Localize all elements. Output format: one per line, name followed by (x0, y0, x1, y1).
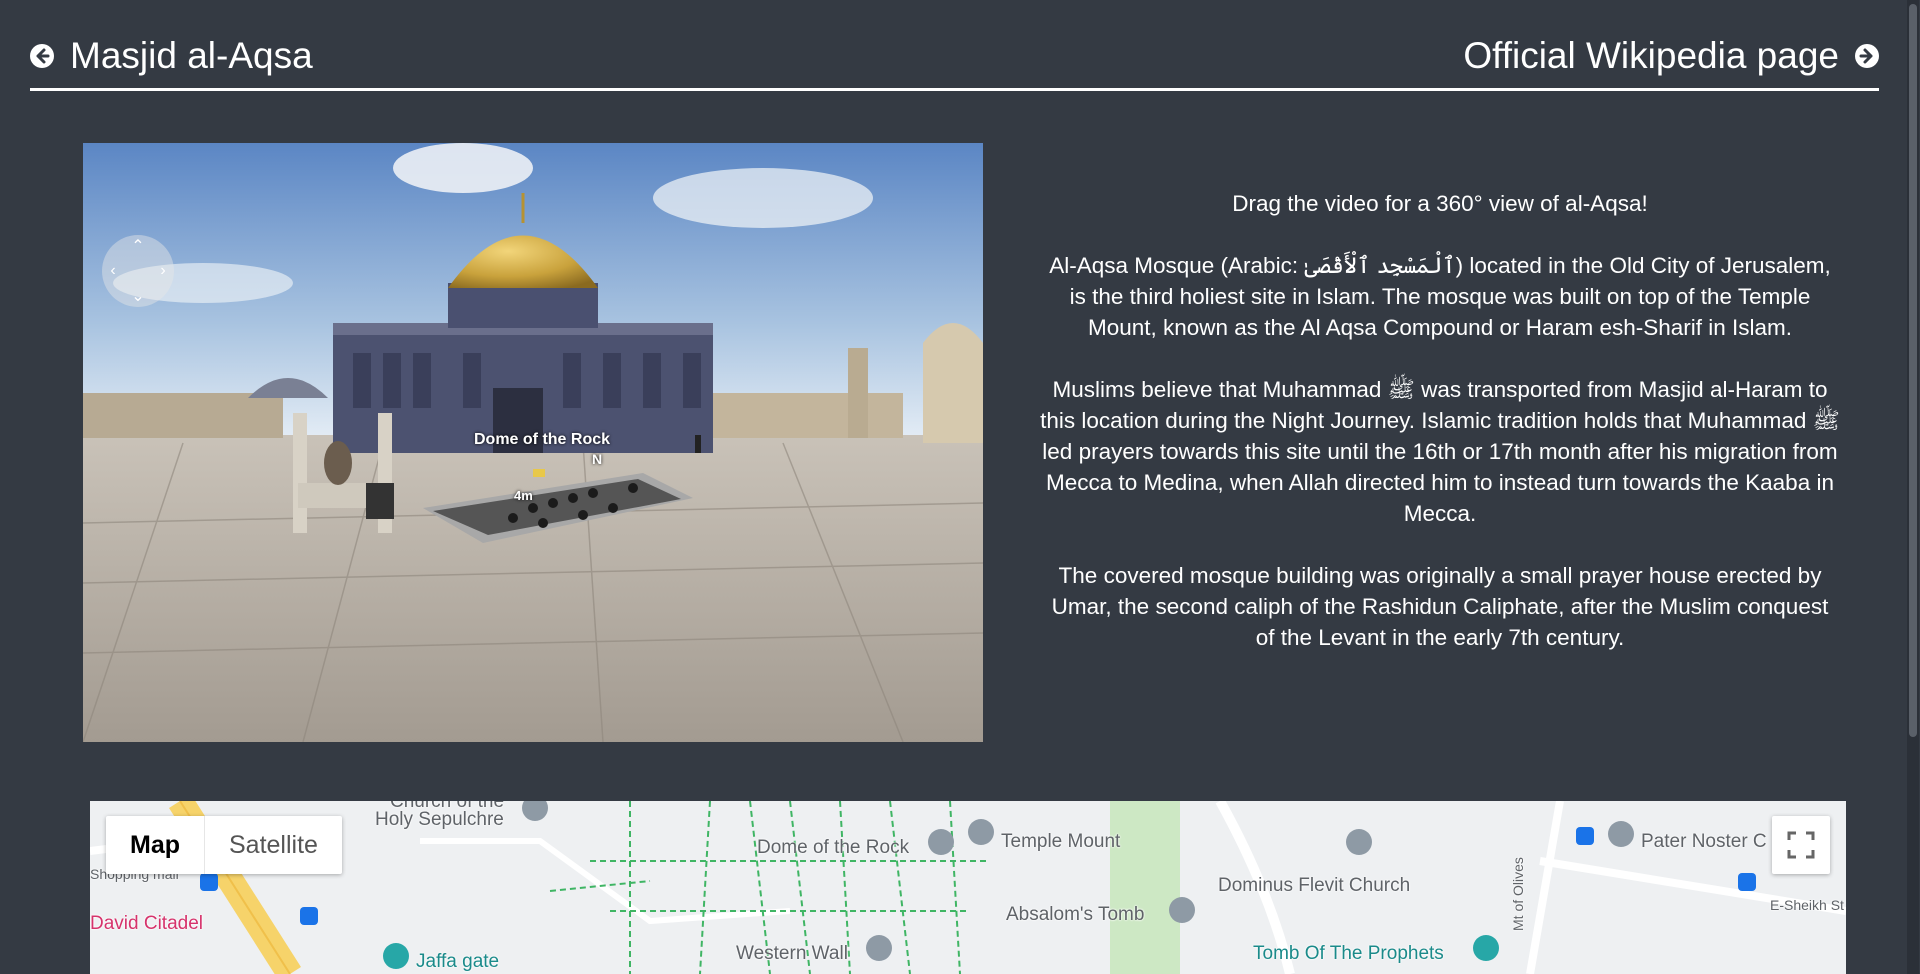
bus-stop-icon-2[interactable] (1576, 827, 1594, 845)
wikipedia-link-label: Official Wikipedia page (1463, 35, 1839, 76)
fullscreen-button[interactable] (1772, 816, 1830, 874)
back-link[interactable]: Masjid al-Aqsa (30, 35, 313, 77)
church-pin-icon-3[interactable] (1608, 821, 1634, 847)
map-label-e-sheikh: E-Sheikh St (1770, 897, 1844, 913)
page-scrollbar[interactable] (1907, 0, 1919, 974)
chevron-up-icon[interactable]: ⌃ (129, 237, 147, 255)
chevron-left-icon[interactable]: ‹ (104, 262, 122, 280)
chevron-right-icon[interactable]: › (154, 262, 172, 280)
north-label: N (592, 451, 603, 467)
bus-stop-icon[interactable] (300, 907, 318, 925)
absaloms-tomb-pin-icon[interactable] (1169, 897, 1195, 923)
western-wall-pin-icon[interactable] (866, 935, 892, 961)
map-label-pater-noster: Pater Noster C (1641, 831, 1767, 852)
video-navigation-control[interactable]: ⌃ ⌄ ‹ › (102, 235, 174, 307)
arrow-left-circle-icon (30, 44, 54, 68)
church-pin-icon-2[interactable] (1346, 829, 1372, 855)
description-panel: Drag the video for a 360° view of al-Aqs… (1040, 188, 1840, 684)
map-label-holy-sepulchre: Holy Sepulchre (375, 809, 504, 830)
map-label-western-wall: Western Wall (736, 943, 848, 964)
fullscreen-icon (1787, 831, 1815, 859)
map-label-jaffa-gate: Jaffa gate (416, 951, 500, 972)
map-tab-satellite[interactable]: Satellite (204, 816, 342, 874)
mosque-pin-icon[interactable] (928, 829, 954, 855)
dome-of-the-rock-overlay-label: Dome of the Rock (474, 431, 611, 448)
map-label-temple-mount: Temple Mount (1001, 831, 1121, 852)
embedded-map[interactable]: Church of the Holy Sepulchre Shopping ma… (90, 801, 1846, 974)
camera-pin-icon[interactable] (1473, 935, 1499, 961)
chevron-down-icon[interactable]: ⌄ (129, 287, 147, 305)
wikipedia-link[interactable]: Official Wikipedia page (1463, 35, 1879, 77)
map-label-david-citadel: David Citadel (90, 913, 203, 934)
description-paragraph-1: Al-Aqsa Mosque (Arabic: ٱلْمَسْجِد ٱلْأَ… (1049, 253, 1831, 340)
bus-stop-icon-3[interactable] (1738, 873, 1756, 891)
page-header: Masjid al-Aqsa Official Wikipedia page (30, 30, 1879, 91)
description-paragraph-2: Muslims believe that Muhammad ﷺ was tran… (1040, 377, 1840, 526)
map-label-absaloms-tomb: Absalom's Tomb (1006, 904, 1145, 925)
drag-hint: Drag the video for a 360° view of al-Aqs… (1232, 191, 1648, 216)
page-title: Masjid al-Aqsa (70, 35, 313, 76)
scale-label: 4m (514, 488, 533, 503)
map-label-tomb-of-the-prophets: Tomb Of The Prophets (1253, 943, 1444, 964)
temple-pin-icon[interactable] (968, 819, 994, 845)
arrow-right-circle-icon (1855, 44, 1879, 68)
shopping-pin-icon[interactable] (200, 873, 218, 891)
map-tab-map[interactable]: Map (106, 816, 204, 874)
landmark-pin-icon[interactable] (383, 943, 409, 969)
map-type-tabs: Map Satellite (106, 816, 342, 874)
map-label-dome-of-the-rock: Dome of the Rock (757, 837, 910, 858)
map-label-dominus-flevit: Dominus Flevit Church (1218, 875, 1411, 896)
description-paragraph-3: The covered mosque building was original… (1051, 563, 1829, 650)
map-label-mt-of-olives: Mt of Olives (1510, 857, 1526, 931)
scrollbar-thumb[interactable] (1909, 4, 1917, 737)
